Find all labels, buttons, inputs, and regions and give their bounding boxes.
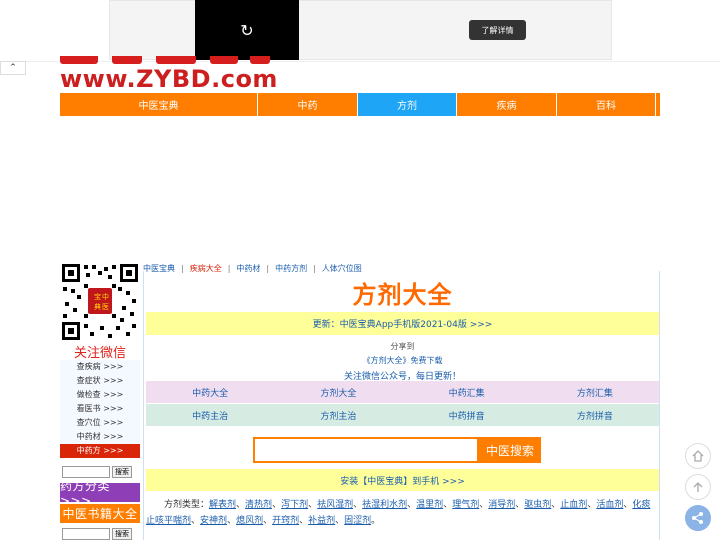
category-grid: 中药大全 方剂大全 中药汇集 方剂汇集 中药主治 方剂主治 中药拼音 方剂拼音	[146, 381, 659, 427]
sidebar-item-formulas[interactable]: 中药方 >>>	[60, 444, 140, 458]
formula-type-link[interactable]: 消导剂	[488, 500, 515, 510]
ad-banner[interactable]	[109, 0, 612, 60]
install-app-link[interactable]: 安装【中医宝典】到手机 >>>	[146, 469, 659, 491]
free-download-link[interactable]: 《方剂大全》免费下载	[144, 355, 661, 366]
sidebar-item-herbs[interactable]: 中药材 >>>	[60, 430, 140, 444]
page-title: 方剂大全	[352, 281, 453, 309]
share-label: 分享到	[390, 342, 415, 351]
sidebar-search-input-2[interactable]	[62, 528, 110, 540]
home-icon[interactable]	[685, 443, 711, 469]
formula-type-link[interactable]: 熄风剂	[236, 516, 263, 526]
main-content: 方剂大全 更新：中医宝典App手机版2021-04版 >>> 分享到 《方剂大全…	[143, 271, 660, 540]
follow-wechat-label: 关注微信	[73, 346, 126, 361]
site-logo[interactable]: www.ZYBD.com	[60, 65, 278, 93]
formula-type-link[interactable]: 开窍剂	[272, 516, 299, 526]
formula-type-link[interactable]: 驱虫剂	[524, 500, 551, 510]
sidebar-search-2: 搜索	[62, 528, 132, 540]
svg-text:宝: 宝	[94, 292, 101, 301]
back-to-top-icon[interactable]	[685, 474, 711, 500]
formula-type-link[interactable]: 解表剂	[209, 500, 236, 510]
grid-herbs-pinyin[interactable]: 中药拼音	[402, 404, 531, 427]
nav-item-herbs[interactable]: 中药	[258, 93, 358, 116]
grid-herbs-indications[interactable]: 中药主治	[146, 404, 275, 427]
sidebar-search-button-2[interactable]: 搜索	[112, 528, 132, 540]
main-nav: 中医宝典 中药 方剂 疾病 百科	[60, 93, 660, 116]
formula-type-link[interactable]: 补益剂	[308, 516, 335, 526]
svg-text:中: 中	[102, 292, 109, 301]
share-icon[interactable]	[685, 505, 711, 531]
svg-text:医: 医	[102, 303, 109, 311]
main-search-input[interactable]	[253, 437, 479, 463]
svg-text:典: 典	[94, 302, 101, 311]
page: { "ad": { "more_label": "了解详情", "replay_…	[0, 0, 720, 540]
formula-types-label: 方剂类型：	[164, 500, 210, 510]
sidebar-links: 查疾病 >>> 查症状 >>> 做检查 >>> 看医书 >>> 查穴位 >>> …	[60, 360, 140, 458]
sidebar-item-books[interactable]: 看医书 >>>	[60, 402, 140, 416]
nav-item-encyclopedia[interactable]: 百科	[557, 93, 656, 116]
app-update-link[interactable]: 更新：中医宝典App手机版2021-04版 >>>	[146, 312, 659, 335]
formula-type-link[interactable]: 泻下剂	[281, 500, 308, 510]
formula-categories-button[interactable]: 药方分类 >>>	[60, 479, 140, 508]
formula-types-list: 解表剂、清热剂、泻下剂、祛风湿剂、祛湿利水剂、温里剂、理气剂、消导剂、驱虫剂、止…	[146, 500, 651, 526]
formula-type-link[interactable]: 理气剂	[452, 500, 479, 510]
formula-type-link[interactable]: 活血剂	[596, 500, 623, 510]
sidebar-item-checks[interactable]: 做检查 >>>	[60, 388, 140, 402]
formula-type-link[interactable]: 安神剂	[200, 516, 227, 526]
formula-types: 方剂类型：解表剂、清热剂、泻下剂、祛风湿剂、祛湿利水剂、温里剂、理气剂、消导剂、…	[146, 497, 659, 529]
grid-formulas-all[interactable]: 方剂大全	[274, 381, 403, 404]
sidebar-item-acupoints[interactable]: 查穴位 >>>	[60, 416, 140, 430]
wechat-qr-code: 宝 中 典 医	[60, 262, 140, 342]
grid-formulas-indications[interactable]: 方剂主治	[274, 404, 403, 427]
formula-type-link[interactable]: 固涩剂	[344, 516, 371, 526]
formula-type-link[interactable]: 温里剂	[416, 500, 443, 510]
main-search-button[interactable]: 中医搜索	[479, 437, 541, 463]
tcm-books-button[interactable]: 中医书籍大全	[60, 504, 140, 523]
formula-type-link[interactable]: 祛湿利水剂	[362, 500, 407, 510]
ad-video[interactable]: ↻	[195, 0, 299, 60]
grid-herbs-collection[interactable]: 中药汇集	[402, 381, 531, 404]
formula-type-link[interactable]: 祛风湿剂	[317, 500, 353, 510]
ad-more-button[interactable]: 了解详情	[469, 20, 526, 40]
formula-type-link[interactable]: 清热剂	[245, 500, 272, 510]
nav-item-formulas[interactable]: 方剂	[358, 93, 457, 116]
nav-item-diseases[interactable]: 疾病	[457, 93, 557, 116]
grid-formulas-collection[interactable]: 方剂汇集	[530, 381, 659, 404]
formula-type-link[interactable]: 止血剂	[560, 500, 587, 510]
main-search: 中医搜索	[253, 437, 541, 463]
sidebar-item-symptoms[interactable]: 查症状 >>>	[60, 374, 140, 388]
grid-formulas-pinyin[interactable]: 方剂拼音	[530, 404, 659, 427]
sidebar-item-diseases[interactable]: 查疾病 >>>	[60, 360, 140, 374]
replay-icon[interactable]: ↻	[240, 21, 253, 40]
nav-item-home[interactable]: 中医宝典	[60, 93, 258, 116]
grid-herbs-all[interactable]: 中药大全	[146, 381, 275, 404]
chevron-up-icon[interactable]: ⌃	[0, 61, 26, 75]
